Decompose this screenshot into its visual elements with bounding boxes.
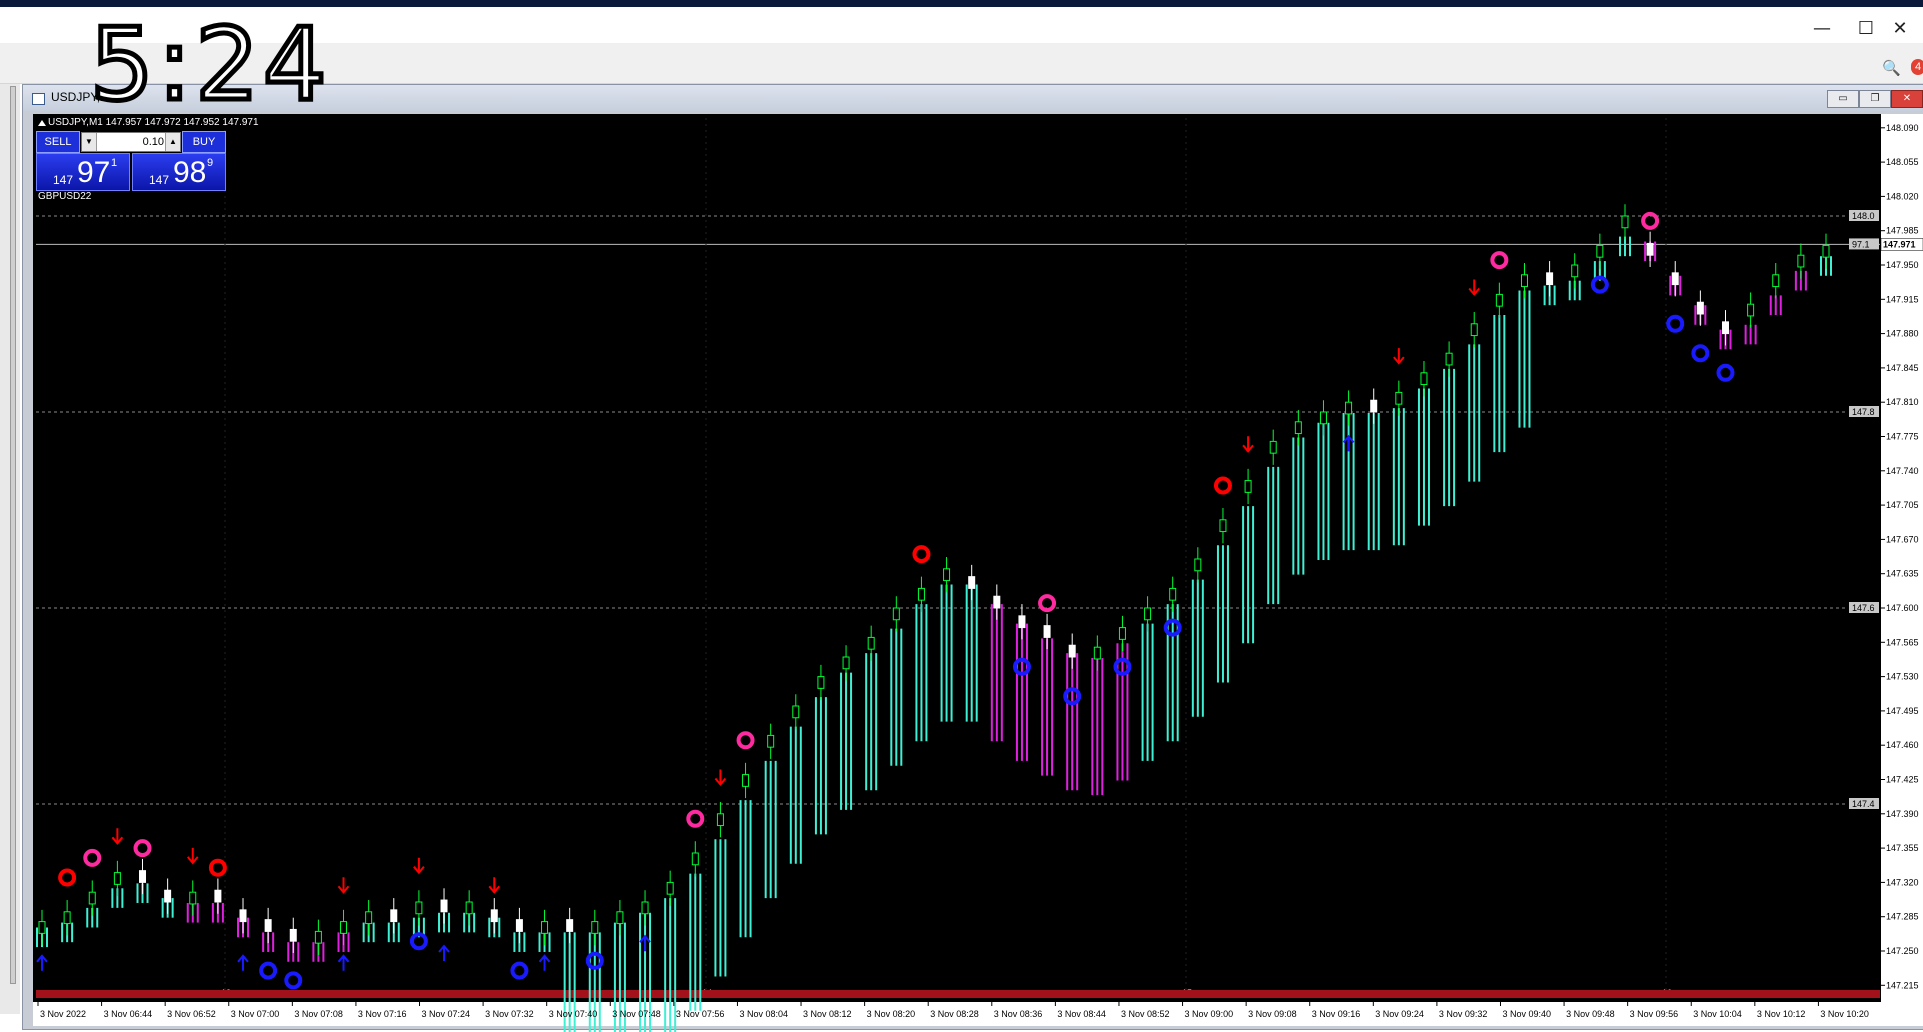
window-minimize-button[interactable]: — (1800, 14, 1844, 44)
price-axis[interactable] (1881, 114, 1923, 1002)
lot-dropdown-icon[interactable]: ▼ (82, 133, 97, 151)
indicator-name: GBPUSD22 (38, 191, 92, 202)
sell-price-prefix: 147 (53, 173, 74, 187)
chart-restore-button[interactable]: ❐ (1859, 90, 1891, 108)
chart-minimize-button[interactable]: ▭ (1827, 90, 1859, 108)
time-axis[interactable] (33, 1002, 1923, 1026)
left-scrollbar[interactable] (10, 86, 16, 984)
one-click-trading-panel: SELL ▼ 0.10 ▲ BUY 147 97 1 147 98 9 (36, 131, 226, 191)
buy-price-prefix: 147 (149, 173, 170, 187)
chart-header-arrow-icon (38, 120, 46, 126)
chart-area[interactable] (33, 114, 1881, 1002)
clock-overlay: 5:24 (88, 6, 331, 123)
sell-price-box[interactable]: 147 97 1 (36, 153, 130, 191)
lot-spin-icon[interactable]: ▲ (165, 133, 180, 151)
lot-size-stepper[interactable]: ▼ 0.10 ▲ (81, 132, 181, 152)
buy-button[interactable]: BUY (182, 131, 226, 153)
buy-price-sup: 9 (207, 157, 214, 169)
sell-button[interactable]: SELL (36, 131, 80, 153)
search-icon[interactable]: 🔍 (1882, 59, 1901, 77)
chart-window-icon (32, 93, 45, 105)
sell-price-sup: 1 (111, 157, 118, 169)
buy-price-big: 98 (173, 156, 207, 189)
notification-badge[interactable]: 4 (1911, 59, 1923, 75)
sell-price-big: 97 (77, 156, 111, 189)
lot-size-value[interactable]: 0.10 (98, 133, 164, 151)
buy-price-box[interactable]: 147 98 9 (132, 153, 226, 191)
chart-close-button[interactable]: ✕ (1891, 90, 1923, 108)
window-close-button[interactable]: ✕ (1878, 14, 1922, 44)
